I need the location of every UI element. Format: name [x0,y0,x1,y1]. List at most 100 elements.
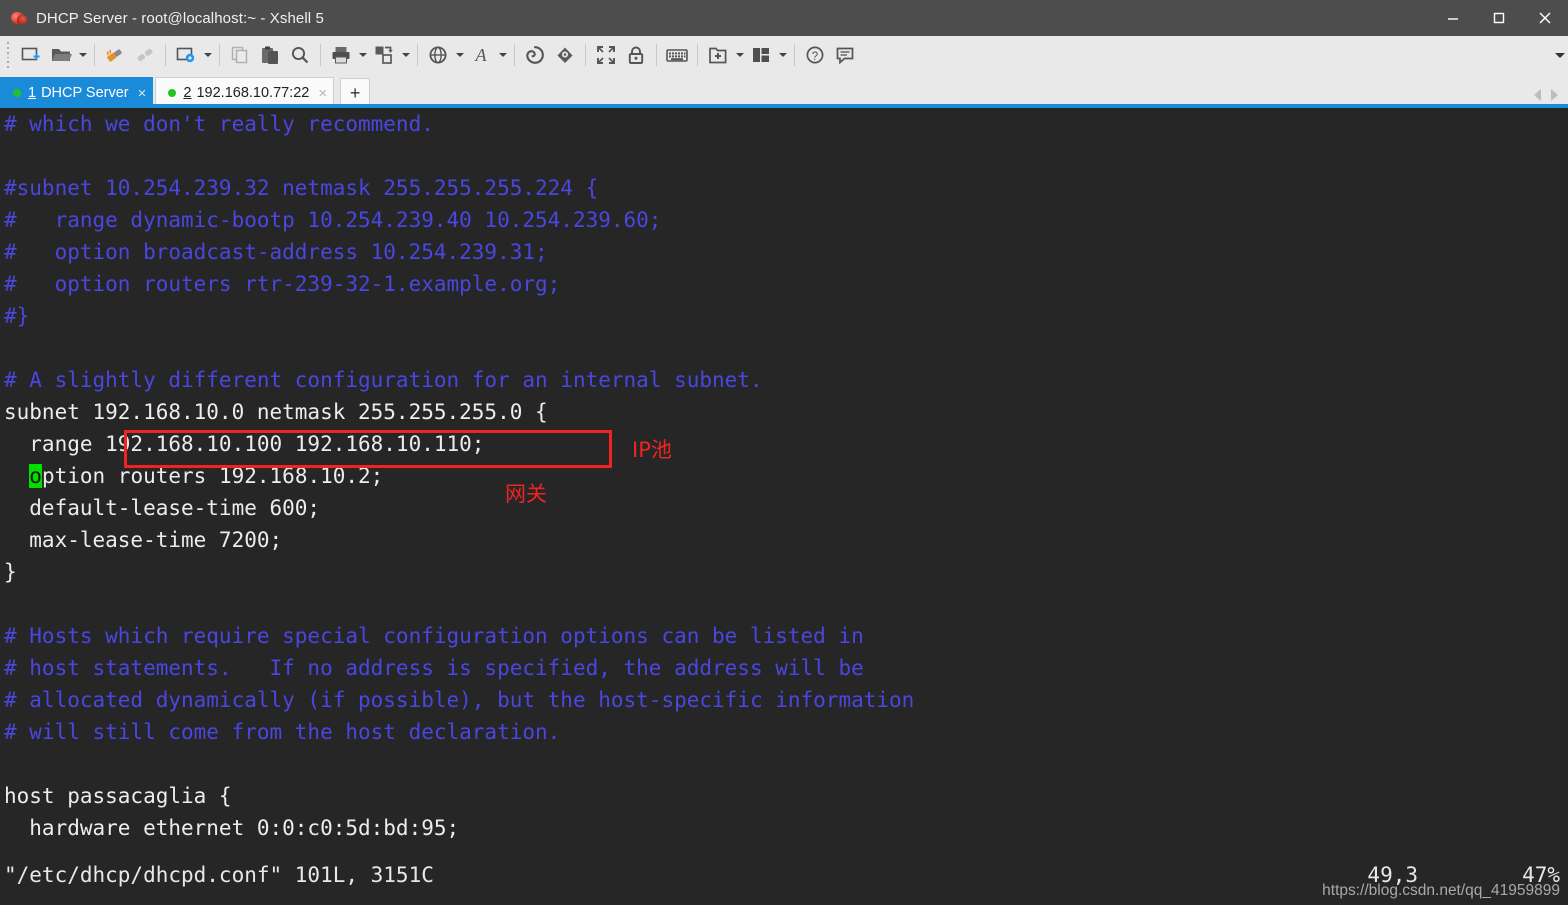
tab-next-icon[interactable] [1551,89,1558,101]
lock-icon[interactable] [621,40,651,70]
lock-item [621,36,651,74]
add-to-folder-icon[interactable] [703,40,733,70]
terminal-line: #subnet 10.254.239.32 netmask 255.255.25… [4,176,599,200]
print-dropdown[interactable] [356,40,369,70]
xshell-snail-icon [10,9,28,27]
new-session-icon[interactable] [16,40,46,70]
tab-close-icon[interactable]: × [318,86,327,101]
tab-close-icon[interactable]: × [138,86,147,101]
terminal-cursor: o [29,464,42,488]
help-item: ? [800,36,830,74]
toolbar-separator [794,44,795,66]
paste-item [255,36,285,74]
add-to-folder-item [703,36,746,74]
tab-status-dot-connected [168,89,177,97]
toolbar: A ? [0,36,1568,75]
keyboard-icon[interactable] [662,40,692,70]
layout-item [746,36,789,74]
maximize-button[interactable] [1476,0,1522,36]
terminal-line: # host statements. If no address is spec… [4,656,864,680]
disconnect-item [130,36,160,74]
gateway-label: 网关 [505,482,547,506]
layout-icon[interactable] [746,40,776,70]
close-button[interactable] [1522,0,1568,36]
font-dropdown[interactable] [496,40,509,70]
open-folder-icon[interactable] [46,40,76,70]
toolbar-grip[interactable] [3,42,13,68]
shell-blue-item [550,36,580,74]
feedback-item [830,36,860,74]
xshell-window: DHCP Server - root@localhost:~ - Xshell … [0,0,1568,905]
shell-green-item [520,36,550,74]
open-folder-item [46,36,89,74]
file-transfer-icon[interactable] [369,40,399,70]
window-title: DHCP Server - root@localhost:~ - Xshell … [36,9,324,27]
terminal-line: # range dynamic-bootp 10.254.239.40 10.2… [4,208,662,232]
globe-icon[interactable] [423,40,453,70]
terminal-line: host passacaglia { [4,784,232,808]
tab-label: 192.168.10.77:22 [196,85,310,101]
toolbar-separator [417,44,418,66]
tab-number: 2 [183,85,192,101]
disconnect-icon[interactable] [130,40,160,70]
tab-status-dot-connected [13,89,21,97]
fullscreen-item [591,36,621,74]
tab-number: 1 [28,85,37,101]
cursor-line-prefix [4,464,29,488]
toolbar-separator [514,44,515,66]
shell-blue-icon[interactable] [550,40,580,70]
terminal-line: # A slightly different configuration for… [4,368,763,392]
terminal-line: # option routers rtr-239-32-1.example.or… [4,272,561,296]
print-item [326,36,369,74]
svg-text:?: ? [812,51,818,63]
toolbar-separator [219,44,220,66]
paste-icon[interactable] [255,40,285,70]
file-transfer-item [369,36,412,74]
globe-item [423,36,466,74]
terminal-line: #} [4,304,30,328]
add-to-folder-dropdown[interactable] [733,40,746,70]
session-properties-dropdown[interactable] [201,40,214,70]
toolbar-separator [697,44,698,66]
tab-label: DHCP Server [41,85,129,101]
fullscreen-icon[interactable] [591,40,621,70]
open-folder-dropdown[interactable] [76,40,89,70]
copy-icon[interactable] [225,40,255,70]
terminal-line: # allocated dynamically (if possible), b… [4,688,915,712]
find-item [285,36,315,74]
terminal-line: subnet 192.168.10.0 netmask 255.255.255.… [4,400,548,424]
session-properties-icon[interactable] [171,40,201,70]
watermark: https://blog.csdn.net/qq_41959899 [1322,882,1560,899]
tab-navigation [1534,89,1558,101]
toolbar-separator [94,44,95,66]
minimize-button[interactable] [1430,0,1476,36]
toolbar-overflow-chevron[interactable] [1552,36,1568,74]
vim-file-status: "/etc/dhcp/dhcpd.conf" 101L, 3151C [4,863,434,887]
toolbar-separator [320,44,321,66]
feedback-icon[interactable] [830,40,860,70]
print-icon[interactable] [326,40,356,70]
keyboard-item [662,36,692,74]
font-icon[interactable]: A [466,40,496,70]
terminal-line: default-lease-time 600; [4,496,321,520]
connect-item [100,36,130,74]
find-icon[interactable] [285,40,315,70]
tab-bar: 1 DHCP Server × 2 192.168.10.77:22 × + [0,74,1568,108]
title-bar: DHCP Server - root@localhost:~ - Xshell … [0,0,1568,36]
terminal-screen[interactable]: # which we don't really recommend. #subn… [0,108,1568,905]
ip-pool-label: IP池 [632,438,672,462]
layout-dropdown[interactable] [776,40,789,70]
toolbar-separator [165,44,166,66]
help-icon[interactable]: ? [800,40,830,70]
globe-dropdown[interactable] [453,40,466,70]
terminal-line: # option broadcast-address 10.254.239.31… [4,240,548,264]
tab-prev-icon[interactable] [1534,89,1541,101]
terminal-line: # which we don't really recommend. [4,112,434,136]
toolbar-separator [585,44,586,66]
terminal-line: } [4,560,17,584]
connect-icon[interactable] [100,40,130,70]
file-transfer-dropdown[interactable] [399,40,412,70]
shell-green-icon[interactable] [520,40,550,70]
font-item: A [466,36,509,74]
toolbar-separator [656,44,657,66]
